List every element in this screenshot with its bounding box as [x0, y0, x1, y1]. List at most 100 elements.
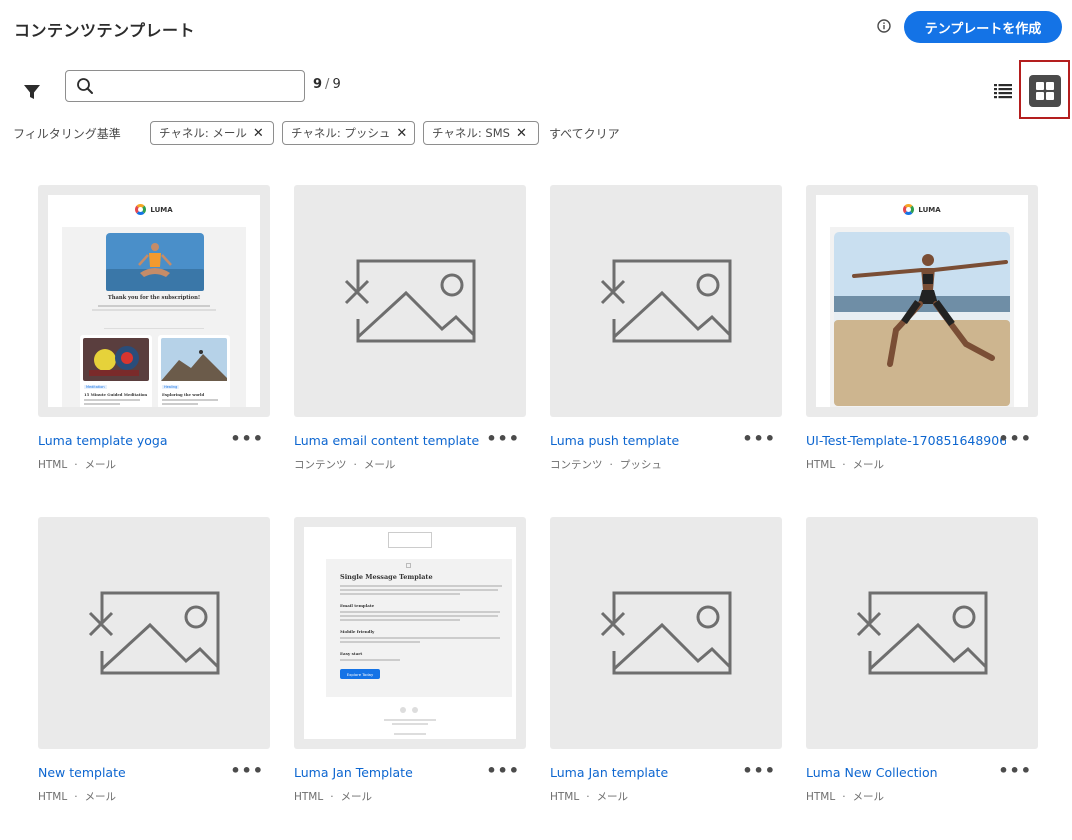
- info-icon[interactable]: [877, 19, 891, 33]
- template-thumbnail[interactable]: [38, 517, 270, 749]
- grid-view-button[interactable]: [1029, 75, 1061, 107]
- more-icon[interactable]: •••: [742, 763, 776, 779]
- meditation-title: 15 Minute Guided Meditation: [84, 392, 148, 397]
- template-title[interactable]: Luma New Collection: [806, 765, 938, 780]
- template-card[interactable]: Luma email content template ••• コンテンツ · メー…: [294, 185, 526, 485]
- search-icon: [77, 78, 93, 94]
- more-icon[interactable]: •••: [230, 763, 264, 779]
- result-count-shown: 9: [313, 77, 323, 92]
- template-card[interactable]: LUMA UI-Test-Template-170851648906... ••…: [806, 185, 1038, 485]
- template-thumbnail[interactable]: LUMA: [806, 185, 1038, 417]
- template-channel: メール: [363, 459, 396, 471]
- email-preview: LUMA Thank you for the subscription! Med…: [48, 195, 260, 407]
- create-template-button[interactable]: テンプレートを作成: [904, 11, 1062, 43]
- single-explore-button: Explore Today: [340, 669, 380, 679]
- template-type: コンテンツ: [294, 459, 347, 471]
- meditation-image: [83, 338, 149, 381]
- page-title: コンテンツテンプレート: [14, 21, 196, 40]
- filter-chip-label: チャネル: SMS: [432, 126, 510, 140]
- single-section-email: Email template: [340, 603, 375, 608]
- template-thumbnail[interactable]: [550, 185, 782, 417]
- search-input[interactable]: [102, 75, 298, 97]
- explore-tag: Healing: [162, 385, 180, 389]
- template-title[interactable]: New template: [38, 765, 126, 780]
- beach-yoga-image: [834, 232, 1010, 406]
- template-card[interactable]: New template ••• HTML · メール: [38, 517, 270, 817]
- single-section-mobile: Mobile friendly: [340, 629, 375, 634]
- image-placeholder-icon: [88, 591, 220, 675]
- filter-toggle-button[interactable]: [20, 80, 44, 104]
- template-card[interactable]: LUMA Thank you for the subscription! Med…: [38, 185, 270, 485]
- template-meta: HTML · メール: [38, 459, 117, 471]
- template-card[interactable]: Luma New Collection ••• HTML · メール: [806, 517, 1038, 817]
- filter-chip-push[interactable]: チャネル: プッシュ ✕: [282, 121, 415, 145]
- image-placeholder-icon: [344, 259, 476, 343]
- template-meta: HTML · メール: [806, 459, 885, 471]
- template-thumbnail[interactable]: [550, 517, 782, 749]
- template-channel: メール: [852, 791, 885, 803]
- template-thumbnail[interactable]: [294, 185, 526, 417]
- meditation-tag: Meditation: [84, 385, 107, 389]
- yoga-heading: Thank you for the subscription!: [107, 295, 201, 301]
- more-icon[interactable]: •••: [486, 763, 520, 779]
- template-meta: HTML · メール: [294, 791, 373, 803]
- template-type: HTML: [38, 791, 68, 803]
- template-type: HTML: [38, 459, 68, 471]
- template-title[interactable]: Luma Jan template: [550, 765, 668, 780]
- template-channel: プッシュ: [619, 459, 662, 471]
- list-view-button[interactable]: [990, 78, 1016, 104]
- template-meta: コンテンツ · プッシュ: [550, 459, 662, 471]
- single-section-start: Easy start: [340, 651, 363, 656]
- template-thumbnail[interactable]: LUMA Thank you for the subscription! Med…: [38, 185, 270, 417]
- luma-logo-text: LUMA: [918, 205, 941, 214]
- filter-chip-email[interactable]: チャネル: メール ✕: [150, 121, 274, 145]
- close-icon[interactable]: ✕: [516, 127, 527, 140]
- email-preview: LUMA: [816, 195, 1028, 407]
- template-title[interactable]: Luma email content template: [294, 433, 479, 448]
- close-icon[interactable]: ✕: [396, 127, 407, 140]
- template-thumbnail[interactable]: [806, 517, 1038, 749]
- search-field[interactable]: [65, 70, 305, 102]
- template-channel: メール: [852, 459, 885, 471]
- template-type: HTML: [294, 791, 324, 803]
- more-icon[interactable]: •••: [742, 431, 776, 447]
- more-icon[interactable]: •••: [998, 763, 1032, 779]
- template-type: コンテンツ: [550, 459, 603, 471]
- filter-icon: [24, 85, 40, 99]
- clear-all-button[interactable]: すべてクリア: [549, 125, 620, 142]
- image-placeholder-icon: [600, 591, 732, 675]
- filter-chip-label: チャネル: プッシュ: [291, 126, 391, 140]
- image-placeholder-icon: [856, 591, 988, 675]
- template-title[interactable]: Luma template yoga: [38, 433, 168, 448]
- template-title[interactable]: Luma Jan Template: [294, 765, 413, 780]
- template-meta: HTML · メール: [38, 791, 117, 803]
- image-placeholder-icon: [600, 259, 732, 343]
- explore-title: Exploring the world: [162, 392, 205, 397]
- template-card[interactable]: Single Message Template Email template M…: [294, 517, 526, 817]
- list-view-icon: [994, 84, 1012, 99]
- template-card[interactable]: Luma Jan template ••• HTML · メール: [550, 517, 782, 817]
- template-thumbnail[interactable]: Single Message Template Email template M…: [294, 517, 526, 749]
- grid-view-icon: [1036, 82, 1054, 100]
- single-heading: Single Message Template: [340, 573, 433, 581]
- template-title[interactable]: Luma push template: [550, 433, 679, 448]
- filter-chip-sms[interactable]: チャネル: SMS ✕: [423, 121, 539, 145]
- more-icon[interactable]: •••: [230, 431, 264, 447]
- template-channel: メール: [84, 791, 117, 803]
- more-icon[interactable]: •••: [998, 431, 1032, 447]
- template-type: HTML: [550, 791, 580, 803]
- filter-chip-label: チャネル: メール: [159, 126, 247, 140]
- template-meta: コンテンツ · メール: [294, 459, 396, 471]
- filter-label: フィルタリング基準: [13, 127, 121, 141]
- template-title[interactable]: UI-Test-Template-170851648906...: [806, 433, 1006, 448]
- template-channel: メール: [340, 791, 373, 803]
- template-card[interactable]: Luma push template ••• コンテンツ · プッシュ: [550, 185, 782, 485]
- result-count-total: 9: [332, 77, 341, 92]
- email-preview: Single Message Template Email template M…: [304, 527, 516, 739]
- template-type: HTML: [806, 459, 836, 471]
- close-icon[interactable]: ✕: [253, 127, 264, 140]
- luma-logo: LUMA: [48, 204, 260, 215]
- more-icon[interactable]: •••: [486, 431, 520, 447]
- template-channel: メール: [596, 791, 629, 803]
- result-count-separator: /: [325, 77, 330, 92]
